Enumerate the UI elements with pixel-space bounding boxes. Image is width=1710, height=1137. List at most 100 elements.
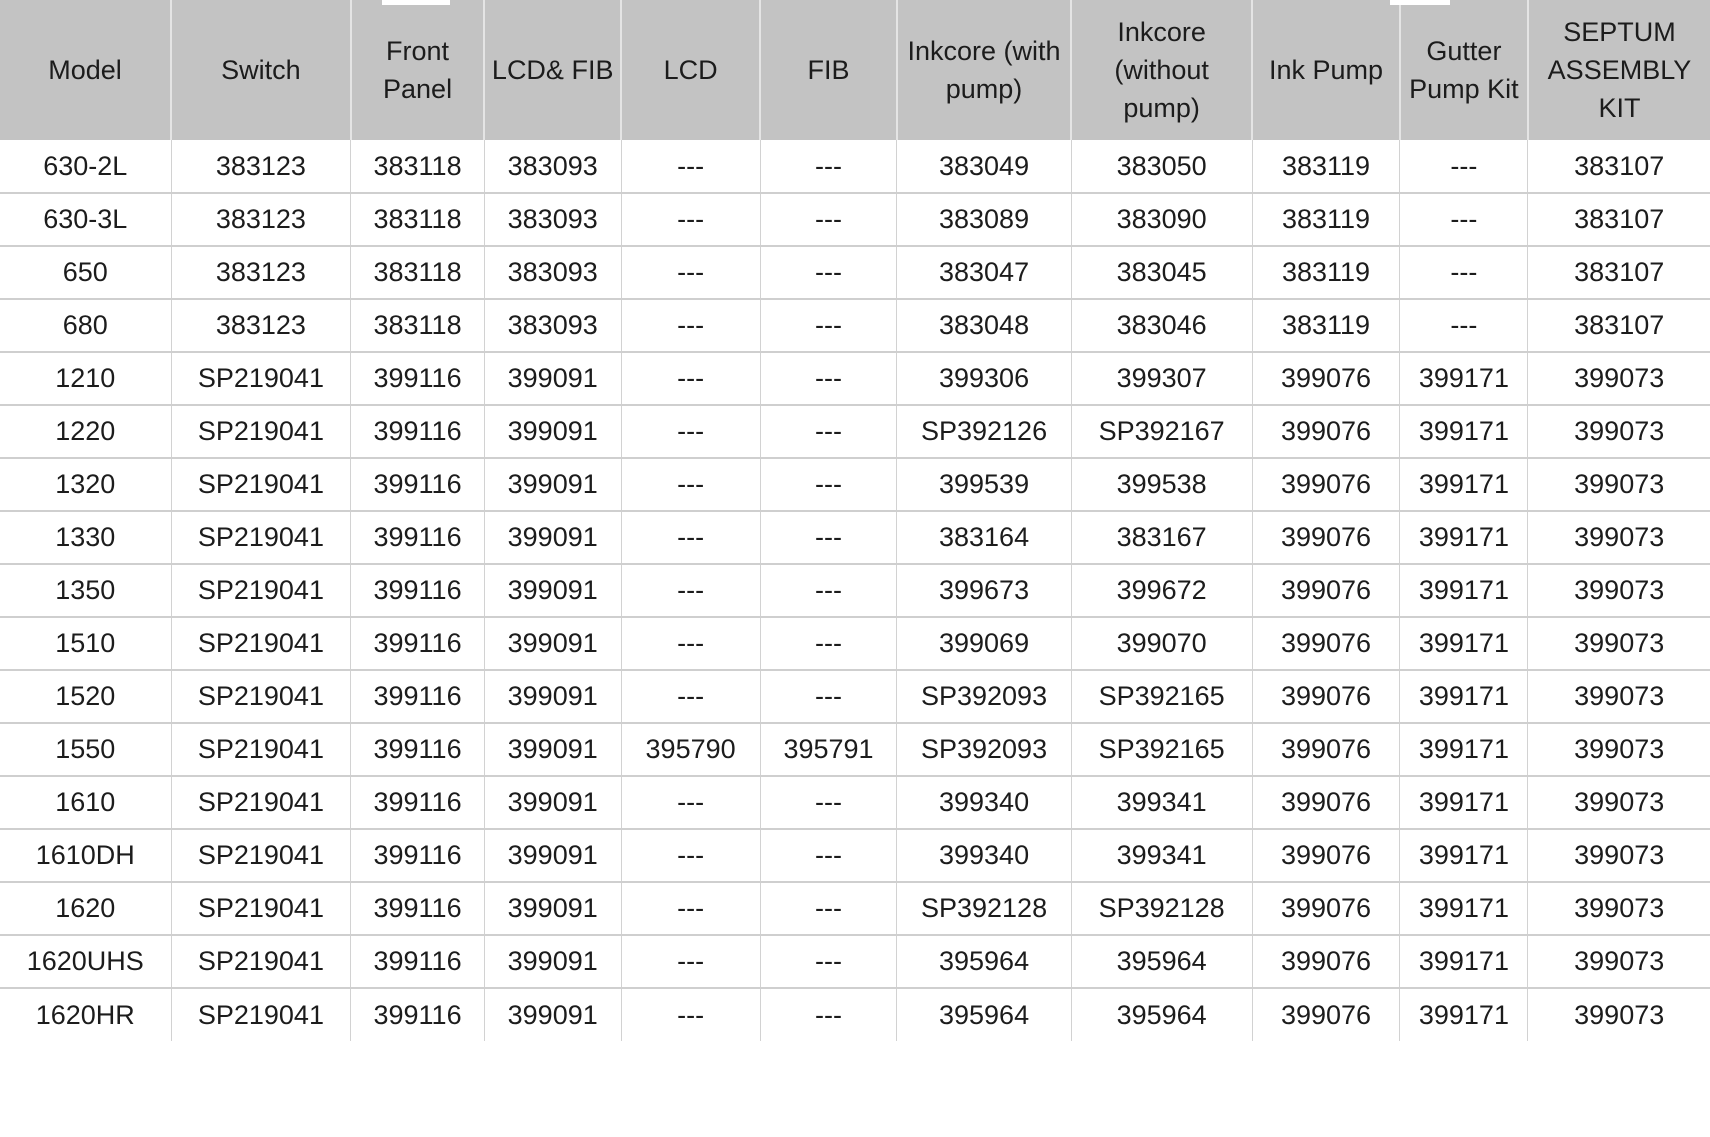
cell-inkcore_with_pump: SP392093 [896,670,1072,724]
table-row[interactable]: 1330 SP219041 399116 399091 --- --- 383164 3831… [0,511,1710,565]
column-header-lcd[interactable]: LCD [621,0,762,140]
table-row[interactable]: 630-2L 383123 383118 383093 --- --- 383049 3830… [0,140,1710,194]
cell-front_panel: 399116 [350,988,485,1041]
cell-model: 630-2L [0,140,172,194]
cell-gutter_pump_kit: 399171 [1399,670,1529,724]
cell-gutter_pump_kit: 399171 [1399,352,1529,406]
column-header-inkcore-without-pump[interactable]: Inkcore (without pump) [1071,0,1254,140]
cell-septum_assembly_kit: 399073 [1527,352,1710,406]
column-header-front-panel[interactable]: Front Panel [350,0,486,140]
table-row[interactable]: 1320 SP219041 399116 399091 --- --- 399539 3995… [0,458,1710,512]
cell-model: 680 [0,299,172,353]
cell-front_panel: 399116 [350,458,485,512]
cell-inkcore_without_pump: 383046 [1071,299,1253,353]
cell-septum_assembly_kit: 399073 [1527,988,1710,1041]
cell-inkcore_with_pump: 383047 [896,246,1072,300]
column-header-lcd-fib[interactable]: LCD& FIB [484,0,623,140]
cell-lcd_fib: 383093 [484,299,622,353]
cell-ink_pump: 399076 [1252,564,1401,618]
table-row[interactable]: 1350 SP219041 399116 399091 --- --- 399673 3996… [0,564,1710,618]
cell-inkcore_with_pump: 395964 [896,988,1072,1041]
table-row[interactable]: 1520 SP219041 399116 399091 --- --- SP392093 SP… [0,670,1710,724]
cell-inkcore_with_pump: 383089 [896,193,1072,247]
cell-model: 630-3L [0,193,172,247]
cell-fib: --- [760,829,898,883]
cell-inkcore_without_pump: 383167 [1071,511,1253,565]
table-top-notch-left [382,0,450,5]
cell-model: 1620HR [0,988,172,1041]
table-row[interactable]: 680 383123 383118 383093 --- --- 383048 383046 3… [0,299,1710,353]
cell-lcd_fib: 399091 [484,882,622,936]
cell-fib: 395791 [760,723,898,777]
cell-lcd_fib: 399091 [484,405,622,459]
cell-model: 1210 [0,352,172,406]
cell-model: 650 [0,246,172,300]
cell-septum_assembly_kit: 399073 [1527,723,1710,777]
cell-lcd_fib: 399091 [484,723,622,777]
cell-ink_pump: 399076 [1252,511,1401,565]
cell-inkcore_without_pump: 399341 [1071,776,1253,830]
cell-lcd_fib: 399091 [484,511,622,565]
table-row[interactable]: 1610 SP219041 399116 399091 --- --- 399340 3993… [0,776,1710,830]
cell-inkcore_without_pump: SP392128 [1071,882,1253,936]
cell-front_panel: 383118 [350,246,485,300]
table-row[interactable]: 630-3L 383123 383118 383093 --- --- 383089 3830… [0,193,1710,247]
cell-front_panel: 383118 [350,140,485,194]
cell-inkcore_with_pump: 399069 [896,617,1072,671]
cell-inkcore_with_pump: 399673 [896,564,1072,618]
table-row[interactable]: 1220 SP219041 399116 399091 --- --- SP392126 SP… [0,405,1710,459]
cell-lcd_fib: 383093 [484,140,622,194]
cell-septum_assembly_kit: 383107 [1527,193,1710,247]
cell-fib: --- [760,935,898,989]
table-row[interactable]: 1510 SP219041 399116 399091 --- --- 399069 3990… [0,617,1710,671]
column-header-fib[interactable]: FIB [760,0,898,140]
cell-inkcore_with_pump: 383164 [896,511,1072,565]
cell-fib: --- [760,299,898,353]
cell-ink_pump: 383119 [1252,140,1401,194]
cell-inkcore_without_pump: 399341 [1071,829,1253,883]
cell-fib: --- [760,511,898,565]
table-row[interactable]: 1550 SP219041 399116 399091 395790 395791 SP39… [0,723,1710,777]
cell-inkcore_without_pump: 383050 [1071,140,1253,194]
cell-lcd: --- [621,352,761,406]
column-header-gutter-pump-kit[interactable]: Gutter Pump Kit [1399,0,1529,140]
cell-ink_pump: 383119 [1252,246,1401,300]
table-row[interactable]: 1620 SP219041 399116 399091 --- --- SP392128 SP… [0,882,1710,936]
table-row[interactable]: 1210 SP219041 399116 399091 --- --- 399306 3993… [0,352,1710,406]
cell-switch: SP219041 [171,882,352,936]
cell-inkcore_without_pump: 383045 [1071,246,1253,300]
cell-switch: SP219041 [171,829,352,883]
cell-lcd: --- [621,299,761,353]
table-row[interactable]: 1620UHS SP219041 399116 399091 --- --- 395964 3… [0,935,1710,989]
cell-model: 1350 [0,564,172,618]
cell-lcd_fib: 399091 [484,935,622,989]
table-row[interactable]: 650 383123 383118 383093 --- --- 383047 383045 3… [0,246,1710,300]
cell-inkcore_without_pump: 399538 [1071,458,1253,512]
table-row[interactable]: 1620HR SP219041 399116 399091 --- --- 395964 39… [0,988,1710,1041]
column-header-ink-pump[interactable]: Ink Pump [1252,0,1401,140]
cell-ink_pump: 383119 [1252,193,1401,247]
table-top-notch-right [1390,0,1450,5]
cell-fib: --- [760,882,898,936]
column-header-septum-assembly-kit[interactable]: SEPTUM ASSEMBLY KIT [1527,0,1710,140]
cell-gutter_pump_kit: 399171 [1399,776,1529,830]
column-header-inkcore-with-pump[interactable]: Inkcore (with pump) [896,0,1073,140]
cell-gutter_pump_kit: 399171 [1399,405,1529,459]
cell-front_panel: 399116 [350,511,485,565]
cell-inkcore_without_pump: 399672 [1071,564,1253,618]
cell-septum_assembly_kit: 399073 [1527,458,1710,512]
cell-lcd_fib: 399091 [484,458,622,512]
table-row[interactable]: 1610DH SP219041 399116 399091 --- --- 399340 39… [0,829,1710,883]
cell-inkcore_with_pump: 383048 [896,299,1072,353]
cell-fib: --- [760,988,898,1041]
cell-switch: SP219041 [171,352,352,406]
cell-septum_assembly_kit: 399073 [1527,935,1710,989]
cell-lcd_fib: 399091 [484,776,622,830]
cell-lcd: 395790 [621,723,761,777]
cell-septum_assembly_kit: 383107 [1527,140,1710,194]
cell-inkcore_without_pump: SP392165 [1071,670,1253,724]
cell-front_panel: 383118 [350,193,485,247]
column-header-switch[interactable]: Switch [171,0,352,140]
table-header: Model Switch Front Panel LCD& FIB LCD FI… [0,0,1710,140]
column-header-model[interactable]: Model [0,0,172,140]
